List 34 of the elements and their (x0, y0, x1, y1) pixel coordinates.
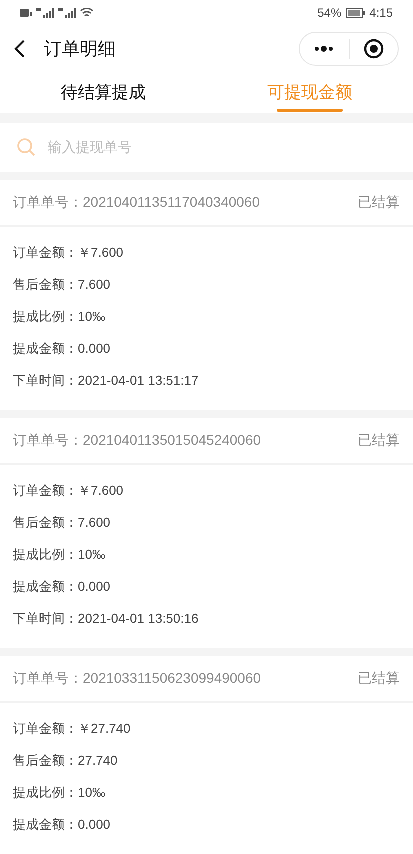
order-detail: 提成比例：10‰ (13, 546, 106, 564)
order-number: 订单单号：20210401135015045240060 (13, 431, 262, 450)
page-title: 订单明细 (44, 38, 116, 61)
battery-percent: 54% (318, 4, 342, 22)
order-number: 订单单号：20210331150623099490060 (13, 669, 262, 688)
order-detail: 提成比例：10‰ (13, 308, 106, 326)
order-detail: 下单时间：2021-04-01 13:50:16 (13, 610, 199, 628)
search-field[interactable]: 输入提现单号 (0, 122, 413, 172)
order-detail: 提成金额：0.000 (13, 578, 111, 596)
order-detail: 售后金额：27.740 (13, 752, 118, 770)
order-detail: 提成金额：0.000 (13, 340, 111, 358)
order-status: 已结算 (358, 431, 400, 450)
order-detail: 下单时间：2021-04-01 13:51:17 (13, 372, 199, 390)
signal-icon (36, 8, 54, 18)
clock-time: 4:15 (370, 4, 393, 22)
order-detail: 提成比例：10‰ (13, 784, 106, 802)
order-detail: 订单金额：￥27.740 (13, 720, 131, 738)
wifi-icon (80, 7, 94, 18)
order-detail: 订单金额：￥7.600 (13, 244, 124, 262)
order-detail: 订单金额：￥7.600 (13, 482, 124, 500)
more-icon[interactable] (314, 46, 334, 52)
search-field[interactable]: 输入提现单号 (48, 136, 396, 158)
tab[interactable]: 待结算提成 (0, 72, 206, 113)
order-status: 已结算 (358, 669, 400, 688)
order-detail: 提成金额：0.000 (13, 816, 111, 834)
close-icon[interactable] (364, 39, 384, 60)
search-icon (17, 138, 36, 157)
order-status: 已结算 (358, 193, 400, 212)
signal-icon (58, 8, 76, 18)
back-icon[interactable] (14, 40, 26, 58)
order-detail: 售后金额：7.600 (13, 514, 111, 532)
battery-icon (346, 8, 366, 18)
order-detail: 售后金额：7.600 (13, 276, 111, 294)
order-number: 订单单号：20210401135117040340060 (13, 193, 260, 212)
